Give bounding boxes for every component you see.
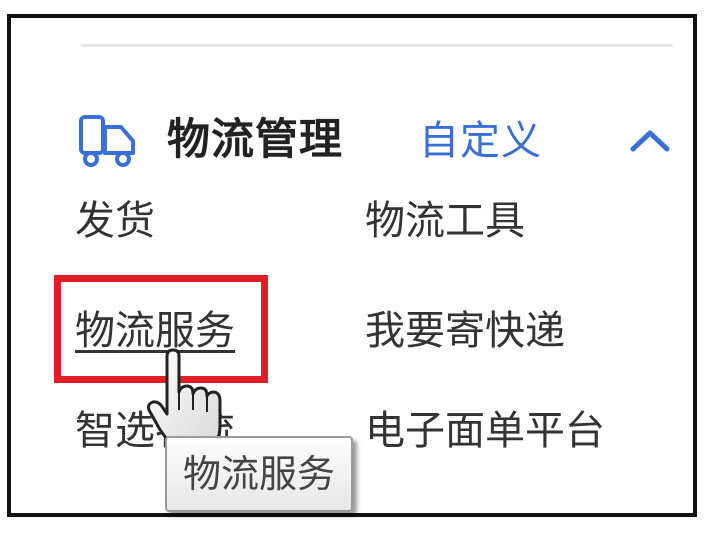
tooltip-text: 物流服务 (183, 452, 336, 496)
top-divider (81, 44, 673, 47)
menu-panel: 物流管理 自定义 发货 物流工具 物流服务 我要寄快递 智选物流 电子面单平台 … (7, 14, 697, 517)
menu-item-dianzi-miandan[interactable]: 电子面单平台 (365, 406, 605, 456)
truck-icon (79, 115, 135, 167)
tooltip: 物流服务 (165, 436, 354, 512)
menu-item-woyao-jikuaidi[interactable]: 我要寄快递 (365, 306, 565, 356)
logistics-section-header: 物流管理 自定义 (75, 113, 685, 168)
menu-item-wuliu-gongju[interactable]: 物流工具 (365, 196, 525, 246)
section-title: 物流管理 (167, 115, 343, 165)
chevron-up-icon[interactable] (627, 125, 673, 155)
menu-item-fahuo[interactable]: 发货 (75, 196, 155, 246)
customize-link[interactable]: 自定义 (419, 115, 542, 167)
